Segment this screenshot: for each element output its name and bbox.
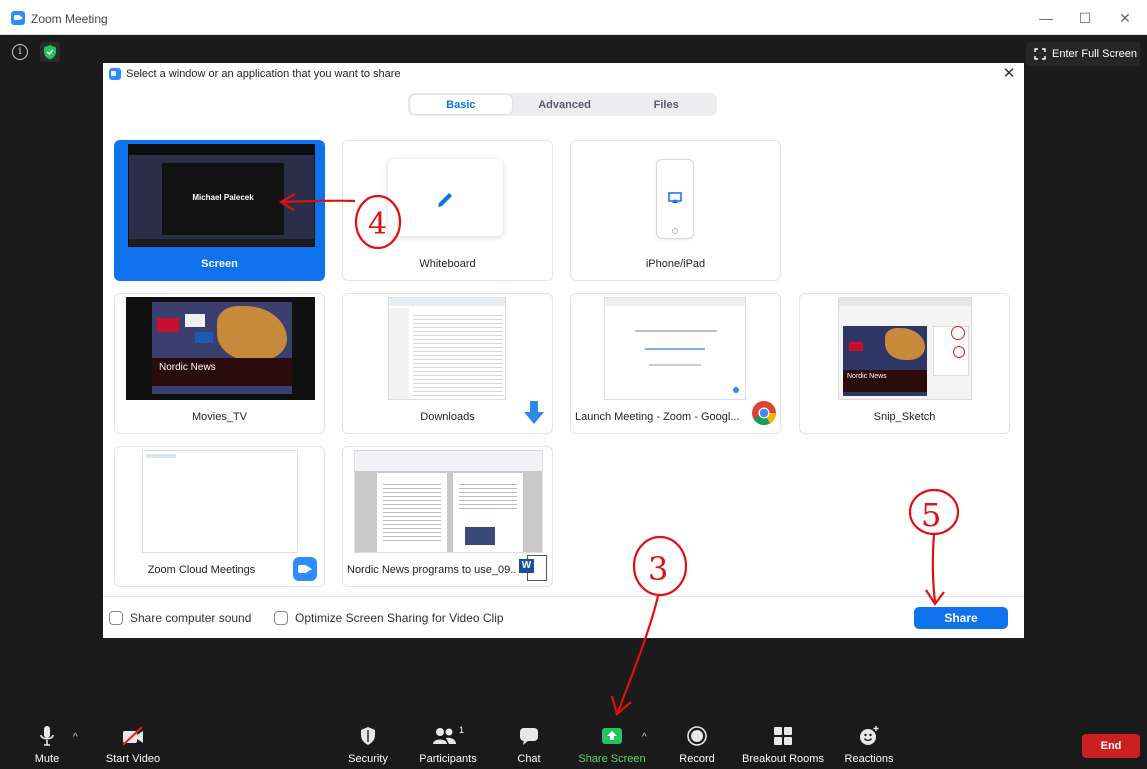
word-doc-icon: W <box>519 555 549 583</box>
participants-label: Participants <box>419 753 477 765</box>
screen-thumbnail-name: Michael Palecek <box>192 193 254 202</box>
mute-button[interactable]: Mute <box>30 718 64 769</box>
share-option-label: Movies_TV <box>191 411 248 423</box>
share-option-label: Launch Meeting - Zoom - Googl... <box>575 411 740 423</box>
share-option-downloads[interactable]: Downloads <box>342 293 553 434</box>
screen-thumbnail: Michael Palecek <box>128 144 315 247</box>
share-option-word-document[interactable]: W Nordic News programs to use_09... <box>342 446 553 587</box>
minimize-button[interactable]: — <box>1034 8 1058 28</box>
movies-tv-thumb-caption: Nordic News <box>159 362 216 373</box>
breakout-rooms-button[interactable]: Breakout Rooms <box>741 718 825 769</box>
share-computer-sound-checkbox[interactable]: Share computer sound <box>109 611 251 625</box>
share-button[interactable]: Share <box>914 607 1008 629</box>
maximize-button[interactable]: ☐ <box>1073 8 1097 28</box>
share-options-caret-icon[interactable]: ^ <box>642 732 647 743</box>
launch-meeting-thumbnail <box>604 297 746 400</box>
reactions-label: Reactions <box>844 753 894 765</box>
share-option-label: Nordic News programs to use_09... <box>347 564 516 576</box>
shield-icon <box>355 723 381 749</box>
reactions-button[interactable]: Reactions <box>843 718 895 769</box>
reactions-icon <box>856 723 882 749</box>
share-option-label: Zoom Cloud Meetings <box>147 564 256 576</box>
audio-options-caret-icon[interactable]: ^ <box>73 732 78 743</box>
share-option-label: Downloads <box>420 411 475 423</box>
chrome-icon <box>752 401 776 426</box>
dialog-title: Select a window or an application that y… <box>126 68 401 80</box>
participants-count: 1 <box>458 725 464 735</box>
start-video-button[interactable]: Start Video <box>103 718 163 769</box>
snip-sketch-thumbnail: Nordic News <box>838 297 972 400</box>
share-option-label: iPhone/iPad <box>645 258 706 270</box>
encryption-shield-icon[interactable] <box>40 42 60 62</box>
video-off-icon <box>120 723 146 749</box>
dialog-close-button[interactable]: ✕ <box>1001 66 1017 82</box>
share-option-snip-sketch[interactable]: Nordic News Snip_Sketch <box>799 293 1010 434</box>
breakout-rooms-label: Breakout Rooms <box>742 753 824 765</box>
optimize-video-clip-label: Optimize Screen Sharing for Video Clip <box>295 611 504 625</box>
tab-basic[interactable]: Basic <box>410 95 512 114</box>
share-option-whiteboard[interactable]: Whiteboard <box>342 140 553 281</box>
whiteboard-preview <box>388 159 503 236</box>
meeting-info-icon[interactable]: i <box>12 44 28 60</box>
movies-tv-thumbnail: Nordic News <box>126 297 315 400</box>
breakout-rooms-icon <box>770 723 796 749</box>
dialog-header: Select a window or an application that y… <box>103 63 1024 85</box>
fullscreen-icon <box>1034 48 1046 60</box>
enter-full-screen-label: Enter Full Screen <box>1052 48 1137 60</box>
close-window-button[interactable]: ✕ <box>1113 8 1137 28</box>
share-screen-dialog: Select a window or an application that y… <box>103 63 1024 638</box>
share-option-movies-tv[interactable]: Nordic News Movies_TV <box>114 293 325 434</box>
share-screen-label: Share Screen <box>578 753 646 765</box>
zoom-app-icon <box>293 557 317 581</box>
share-option-zoom-cloud-meetings[interactable]: Zoom Cloud Meetings <box>114 446 325 587</box>
mute-label: Mute <box>34 753 60 765</box>
zoom-cloud-thumbnail <box>142 450 298 553</box>
start-video-label: Start Video <box>105 753 161 765</box>
checkbox-box[interactable] <box>274 611 288 625</box>
share-tabs: Basic Advanced Files <box>408 93 717 116</box>
share-option-iphone-ipad[interactable]: iPhone/iPad <box>570 140 781 281</box>
optimize-video-clip-checkbox[interactable]: Optimize Screen Sharing for Video Clip <box>274 611 504 625</box>
meeting-toolbar: Mute ^ Start Video Security 1 Participan… <box>0 718 1147 769</box>
share-option-label: Snip_Sketch <box>873 411 936 423</box>
security-label: Security <box>348 753 388 765</box>
record-icon <box>684 723 710 749</box>
record-label: Record <box>679 753 715 765</box>
share-option-label: Whiteboard <box>419 258 476 270</box>
airplay-icon <box>668 192 682 203</box>
participants-button[interactable]: 1 Participants <box>417 718 479 769</box>
enter-full-screen-button[interactable]: Enter Full Screen <box>1026 42 1140 66</box>
checkbox-box[interactable] <box>109 611 123 625</box>
dialog-footer: Share computer sound Optimize Screen Sha… <box>103 596 1024 638</box>
share-option-label: Screen <box>201 258 238 270</box>
downloads-thumbnail <box>388 297 506 400</box>
share-screen-icon <box>599 723 625 749</box>
share-option-screen[interactable]: Michael Palecek Screen <box>114 140 325 281</box>
tab-files[interactable]: Files <box>615 93 717 116</box>
chat-icon <box>516 723 542 749</box>
pencil-icon <box>438 193 452 207</box>
participants-icon: 1 <box>431 723 465 749</box>
end-meeting-button[interactable]: End <box>1082 734 1140 758</box>
chat-label: Chat <box>517 753 541 765</box>
zoom-app-icon <box>11 11 25 25</box>
share-screen-button[interactable]: Share Screen <box>577 718 647 769</box>
word-document-thumbnail <box>354 450 543 553</box>
phone-preview <box>656 159 694 239</box>
security-button[interactable]: Security <box>345 718 391 769</box>
share-option-launch-meeting[interactable]: Launch Meeting - Zoom - Googl... <box>570 293 781 434</box>
microphone-icon <box>34 723 60 749</box>
window-title-bar: Zoom Meeting — ☐ ✕ <box>0 0 1147 35</box>
share-computer-sound-label: Share computer sound <box>130 611 252 625</box>
window-title: Zoom Meeting <box>31 12 108 26</box>
record-button[interactable]: Record <box>677 718 717 769</box>
tab-advanced[interactable]: Advanced <box>514 93 616 116</box>
snip-thumb-caption: Nordic News <box>847 373 887 380</box>
chat-button[interactable]: Chat <box>514 718 544 769</box>
zoom-dialog-icon <box>109 68 121 80</box>
